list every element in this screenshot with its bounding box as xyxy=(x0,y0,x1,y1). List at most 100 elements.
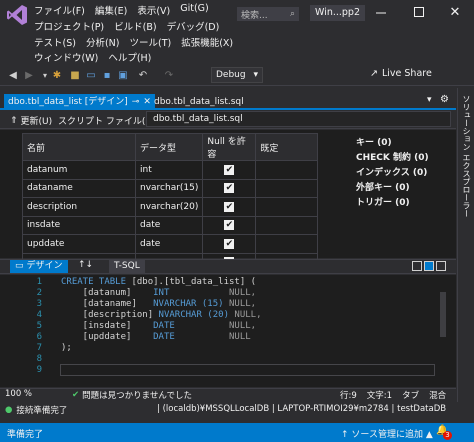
menu-bar-row-2: プロジェクト(P) ビルド(B) デバッグ(D) xyxy=(34,19,219,33)
checkbox-checked-icon[interactable]: ✔ xyxy=(224,183,235,194)
pane-switch-bar xyxy=(0,259,456,274)
menu-view[interactable]: 表示(V) xyxy=(137,3,170,17)
indexes-item[interactable]: インデックス (0) xyxy=(356,166,456,181)
pane-tab-tsql[interactable]: T-SQL xyxy=(109,260,145,273)
checkbox-checked-icon[interactable]: ✔ xyxy=(224,201,235,212)
menu-window[interactable]: ウィンドウ(W) xyxy=(34,50,98,64)
menu-analyze[interactable]: 分析(N) xyxy=(86,35,120,49)
line-position: 行:9 xyxy=(340,391,357,401)
search-input[interactable]: 検索... ⌕ xyxy=(237,7,299,21)
foreign-keys-item[interactable]: 外部キー (0) xyxy=(356,181,456,196)
menu-tools[interactable]: ツール(T) xyxy=(129,35,171,49)
checkbox-checked-icon[interactable]: ✔ xyxy=(224,220,235,231)
table-row[interactable]: dataname nvarchar(15) ✔ xyxy=(22,178,319,198)
checkbox-checked-icon[interactable]: ✔ xyxy=(224,238,235,249)
split-vertical-icon[interactable] xyxy=(424,261,434,271)
menu-git[interactable]: Git(G) xyxy=(180,3,209,17)
save-icon[interactable]: ▪ xyxy=(100,68,114,82)
configuration-select[interactable]: Debug ▾ xyxy=(211,67,263,83)
cell-nullable[interactable]: ✔ xyxy=(202,160,257,180)
menu-help[interactable]: ヘルプ(H) xyxy=(108,50,151,64)
cell-name[interactable]: description xyxy=(22,197,136,217)
close-button[interactable]: ✕ xyxy=(444,2,466,22)
zoom-level[interactable]: 100 % xyxy=(5,389,32,399)
cell-default[interactable] xyxy=(255,215,319,235)
menu-test[interactable]: テスト(S) xyxy=(34,35,76,49)
cell-name[interactable]: datanum xyxy=(22,160,136,180)
swap-panes-button[interactable]: ↑↓ xyxy=(78,260,93,270)
cell-nullable[interactable]: ✔ xyxy=(202,197,257,217)
cell-nullable[interactable]: ✔ xyxy=(202,234,257,254)
tab-list-dropdown-icon[interactable]: ▾ xyxy=(427,95,432,105)
cell-name[interactable]: upddate xyxy=(22,234,136,254)
code-text: [dataname] xyxy=(61,299,154,309)
vertical-scrollbar-thumb[interactable] xyxy=(440,292,446,337)
code-null: NULL, xyxy=(169,288,257,298)
redo-icon[interactable]: ↷ xyxy=(162,68,176,82)
cell-type[interactable]: nvarchar(15) xyxy=(134,178,204,198)
issues-indicator[interactable]: ✔ 問題は見つかりませんでした xyxy=(72,389,192,401)
triggers-item[interactable]: トリガー (0) xyxy=(356,196,456,211)
tab-sql-file[interactable]: dbo.tbl_data_list.sql xyxy=(150,94,248,110)
tab-table-design[interactable]: dbo.tbl_data_list [デザイン] ⊸ ✕ xyxy=(4,94,155,110)
header-type[interactable]: データ型 xyxy=(134,133,204,161)
open-file-icon[interactable]: ▭ xyxy=(84,68,98,82)
code-type: DATE xyxy=(153,321,175,331)
line-number: 5 xyxy=(36,321,42,331)
cell-nullable[interactable]: ✔ xyxy=(202,178,257,198)
forward-icon[interactable]: ▶ xyxy=(22,68,36,82)
keys-item[interactable]: キー (0) xyxy=(356,136,456,151)
open-folder-icon[interactable]: ■ xyxy=(68,68,82,82)
cell-type[interactable]: date xyxy=(134,215,204,235)
minimize-button[interactable] xyxy=(370,2,392,22)
save-all-icon[interactable]: ▣ xyxy=(116,68,130,82)
cell-type[interactable]: int xyxy=(134,160,204,180)
menu-debug[interactable]: デバッグ(D) xyxy=(167,19,220,33)
cell-default[interactable] xyxy=(255,197,319,217)
cell-type[interactable]: nvarchar(20) xyxy=(134,197,204,217)
check-circle-icon: ✔ xyxy=(72,390,80,400)
header-default[interactable]: 既定 xyxy=(255,133,319,161)
table-row[interactable]: datanum int ✔ xyxy=(22,160,319,180)
configuration-value: Debug xyxy=(216,70,246,80)
code-line: [datanum] INT NULL, xyxy=(61,288,256,298)
gear-icon[interactable]: ⚙ xyxy=(440,94,449,105)
cell-default[interactable] xyxy=(255,178,319,198)
undo-icon[interactable]: ↶ xyxy=(136,68,150,82)
table-row[interactable]: upddate date ✔ xyxy=(22,234,319,254)
new-item-icon[interactable]: ✱ xyxy=(50,68,64,82)
cell-name[interactable]: insdate xyxy=(22,215,136,235)
code-keyword: CREATE TABLE xyxy=(61,277,127,287)
back-icon[interactable]: ◀ xyxy=(6,68,20,82)
menu-edit[interactable]: 編集(E) xyxy=(95,3,127,17)
line-ending-mode[interactable]: 混合 xyxy=(429,389,446,401)
menu-build[interactable]: ビルド(B) xyxy=(114,19,156,33)
menu-file[interactable]: ファイル(F) xyxy=(34,3,85,17)
cell-default[interactable] xyxy=(255,234,319,254)
header-nullable[interactable]: Null を許容 xyxy=(202,133,257,161)
menu-project[interactable]: プロジェクト(P) xyxy=(34,19,104,33)
indent-mode[interactable]: タブ xyxy=(402,389,419,401)
header-name[interactable]: 名前 xyxy=(22,133,136,161)
maximize-button[interactable] xyxy=(408,2,430,22)
cell-name[interactable]: dataname xyxy=(22,178,136,198)
collapse-pane-icon[interactable] xyxy=(436,261,446,271)
update-icon: ⇑ xyxy=(10,115,18,126)
script-file-input[interactable]: dbo.tbl_data_list.sql xyxy=(146,111,451,127)
live-share-button[interactable]: ↗ Live Share xyxy=(370,68,432,79)
menu-extensions[interactable]: 拡張機能(X) xyxy=(181,35,233,49)
code-text: [dbo].[tbl_data_list] ( xyxy=(126,277,257,287)
add-to-source-control-button[interactable]: ↑ ソース管理に追加 ▲ xyxy=(341,427,433,440)
cell-nullable[interactable]: ✔ xyxy=(202,215,257,235)
split-horizontal-icon[interactable] xyxy=(412,261,422,271)
pane-tab-design[interactable]: ▭ デザイン xyxy=(10,260,68,273)
check-constraints-item[interactable]: CHECK 制約 (0) xyxy=(356,151,456,166)
table-row[interactable]: insdate date ✔ xyxy=(22,215,319,235)
cell-default[interactable] xyxy=(255,160,319,180)
solution-explorer-tab[interactable]: ソリューション エクスプローラー xyxy=(458,95,472,218)
checkbox-checked-icon[interactable]: ✔ xyxy=(224,164,235,175)
pin-icon[interactable]: ⊸ xyxy=(132,94,140,110)
cell-type[interactable]: date xyxy=(134,234,204,254)
table-row[interactable]: description nvarchar(20) ✔ xyxy=(22,197,319,217)
update-button[interactable]: ⇑ 更新(U) xyxy=(10,114,52,128)
